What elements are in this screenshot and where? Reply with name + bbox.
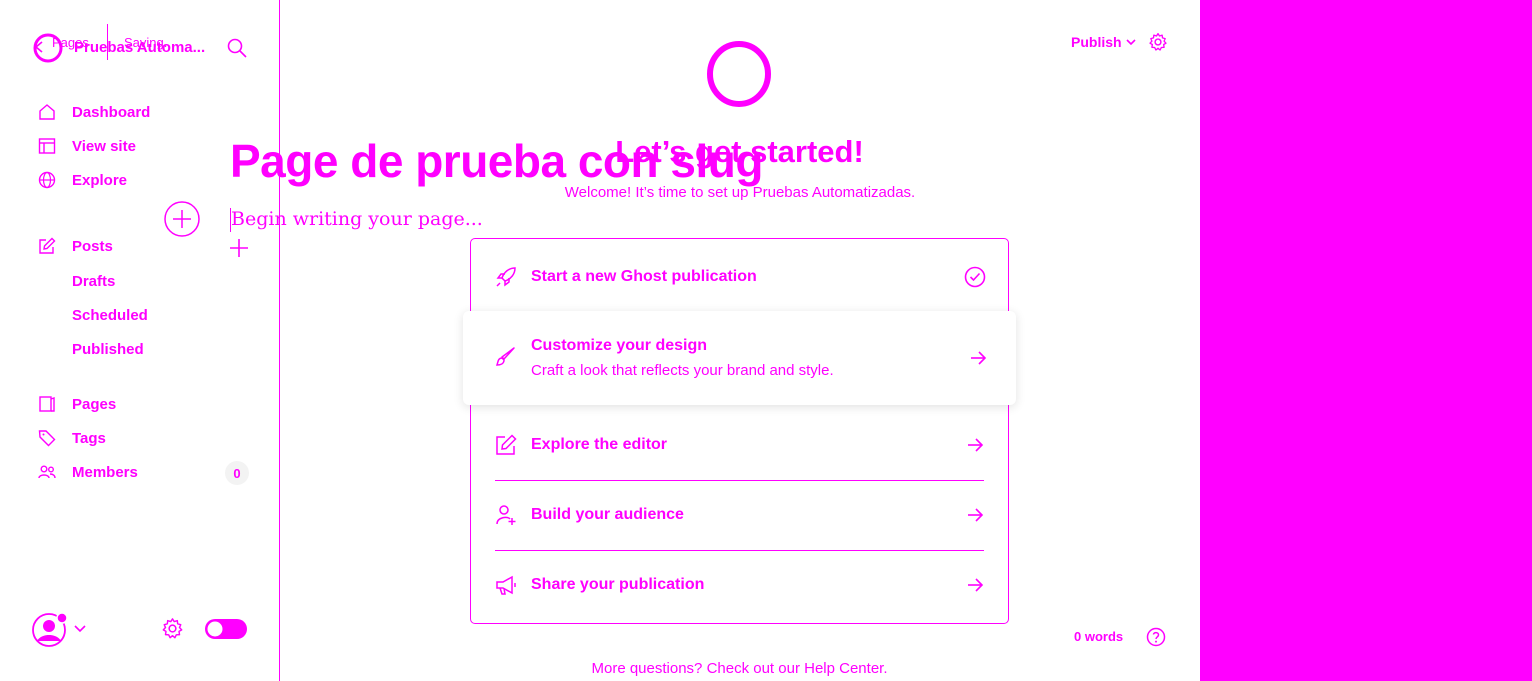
step-share-publication[interactable]: Share your publication (495, 574, 984, 596)
sidebar: Pages Saving... Pruebas Automa... Dashbo… (0, 0, 280, 681)
step-build-audience-title: Build your audience (531, 506, 684, 523)
step-build-audience[interactable]: Build your audience (495, 504, 984, 526)
page-icon (38, 395, 56, 413)
members-count-badge: 0 (225, 461, 249, 485)
members-count: 0 (233, 465, 241, 481)
tag-icon (38, 429, 56, 447)
add-user-icon (495, 504, 517, 526)
globe-icon (38, 171, 56, 189)
nav-view-site[interactable]: View site (38, 137, 136, 155)
arrow-right-icon (966, 506, 984, 524)
nav-pages-label: Pages (72, 395, 117, 413)
check-circle-icon (964, 266, 986, 288)
search-icon[interactable] (227, 38, 247, 58)
edit-icon (495, 434, 517, 456)
step-start-publication[interactable]: Start a new Ghost publication (495, 266, 986, 288)
nav-members-label: Members (72, 463, 138, 481)
arrow-right-icon (966, 436, 984, 454)
dark-mode-toggle[interactable] (204, 618, 248, 640)
publish-button[interactable]: Publish (1071, 34, 1136, 50)
word-count: 0 words (1074, 629, 1124, 644)
nav-posts-label: Posts (72, 237, 113, 255)
step-explore-editor[interactable]: Explore the editor (495, 434, 984, 456)
paintbrush-icon (494, 346, 516, 368)
back-chevron-icon[interactable] (34, 41, 44, 53)
step-customize-design[interactable]: Customize your design Craft a look that … (463, 311, 1016, 405)
step-start-publication-title: Start a new Ghost publication (531, 268, 757, 285)
arrow-right-icon (966, 576, 984, 594)
side-panel (1200, 0, 1532, 681)
nav-published[interactable]: Published (72, 341, 144, 358)
editor-body-placeholder[interactable]: Begin writing your page... (231, 208, 483, 230)
nav-pages[interactable]: Pages (38, 395, 116, 413)
nav-dashboard[interactable]: Dashboard (38, 103, 150, 121)
layout-icon (38, 137, 56, 155)
nav-explore-label: Explore (72, 171, 128, 189)
nav-members[interactable]: Members (38, 463, 138, 481)
nav-scheduled[interactable]: Scheduled (72, 307, 148, 324)
nav-tags-label: Tags (72, 429, 106, 447)
ghost-logo (705, 39, 773, 109)
nav-drafts[interactable]: Drafts (72, 273, 115, 290)
onboarding-heading: Let’s get started! (615, 134, 864, 169)
members-icon (38, 463, 56, 481)
step-divider (495, 480, 984, 481)
help-icon[interactable] (1146, 627, 1166, 647)
onboarding-card: Start a new Ghost publication Explore th… (470, 238, 1009, 624)
post-settings-gear-icon[interactable] (1148, 32, 1168, 52)
step-share-publication-title: Share your publication (531, 576, 705, 593)
add-card-button[interactable] (164, 201, 200, 237)
chevron-down-icon[interactable] (73, 624, 87, 634)
step-customize-design-title: Customize your design (531, 337, 708, 354)
nav-view-site-label: View site (72, 137, 136, 155)
nav-tags[interactable]: Tags (38, 429, 106, 447)
rocket-icon (495, 266, 517, 288)
step-divider (495, 550, 984, 551)
publish-label: Publish (1071, 34, 1122, 50)
site-name[interactable]: Pruebas Automa... (74, 39, 205, 56)
chevron-down-icon (1125, 38, 1136, 46)
edit-icon (38, 237, 56, 255)
avatar[interactable] (31, 611, 69, 649)
onboarding-subheading: Welcome! It’s time to set up Pruebas Aut… (564, 184, 916, 201)
help-center-link[interactable]: More questions? Check out our Help Cente… (470, 660, 1009, 677)
home-icon (38, 103, 56, 121)
new-post-plus-icon[interactable] (229, 238, 249, 258)
settings-gear-icon[interactable] (161, 617, 184, 640)
nav-dashboard-label: Dashboard (72, 103, 151, 121)
step-customize-design-desc: Craft a look that reflects your brand an… (531, 362, 834, 379)
arrow-right-icon (969, 349, 987, 367)
nav-explore[interactable]: Explore (38, 171, 127, 189)
megaphone-icon (495, 574, 517, 596)
step-explore-editor-title: Explore the editor (531, 436, 668, 453)
nav-posts[interactable]: Posts (38, 237, 113, 255)
